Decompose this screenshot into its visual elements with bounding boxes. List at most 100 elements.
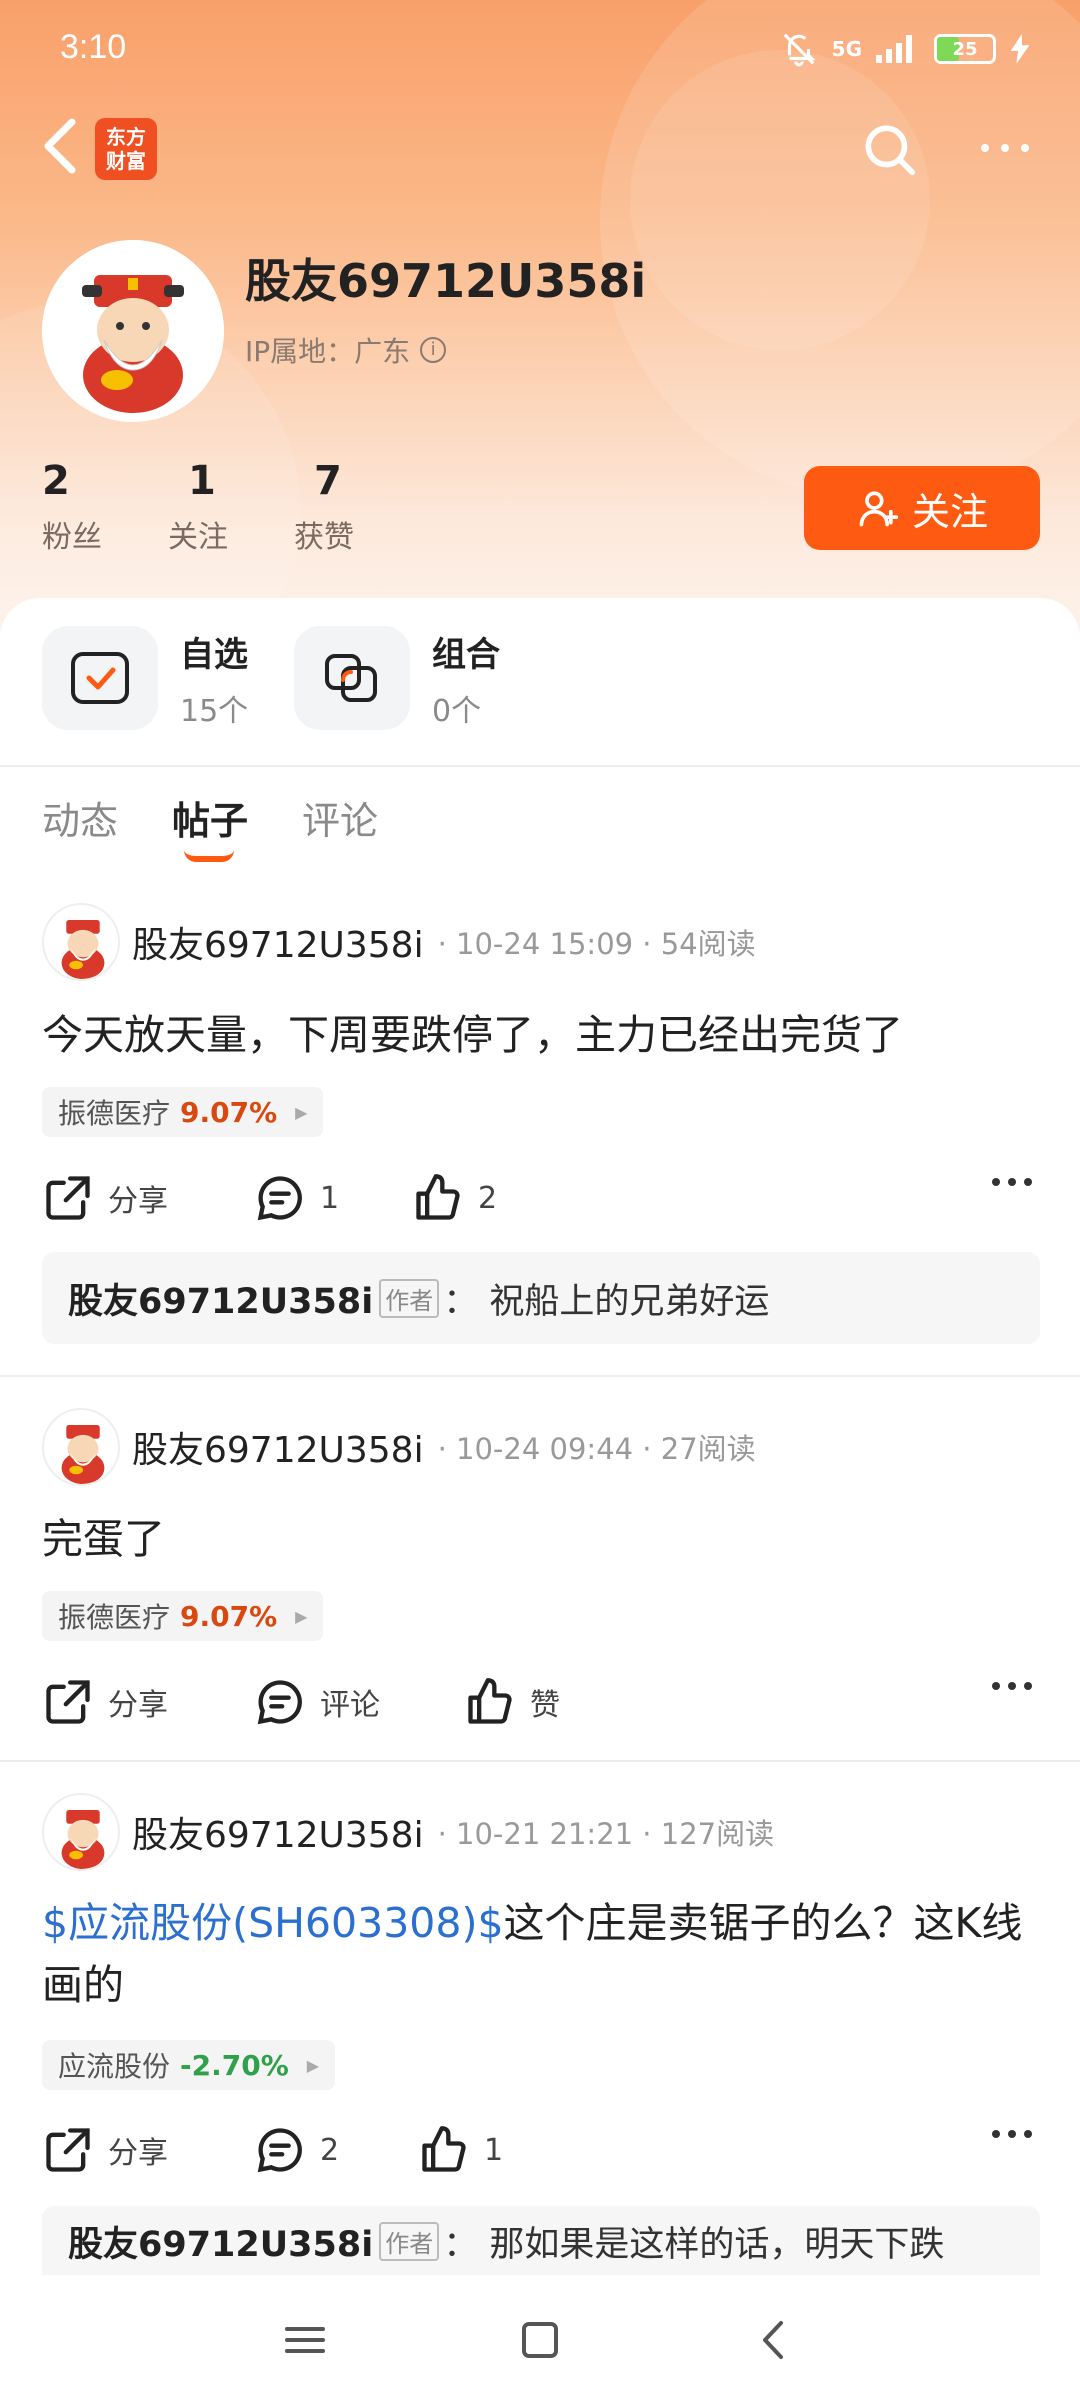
ip-location: IP属地：广东 i bbox=[245, 330, 447, 370]
share-button[interactable]: 分享 bbox=[42, 2124, 254, 2176]
stat-label: 获赞 bbox=[294, 520, 354, 555]
profile-avatar[interactable] bbox=[42, 240, 224, 422]
portfolio-icon bbox=[294, 626, 410, 730]
stock-tag[interactable]: 振德医疗 9.07% ▶ bbox=[42, 1591, 324, 1641]
search-icon[interactable] bbox=[858, 118, 920, 180]
post-body[interactable]: 今天放天量，下周要跌停了，主力已经出完货了 bbox=[42, 1004, 1042, 1066]
stock-change: 9.07% bbox=[180, 1095, 278, 1129]
stock-change: -2.70% bbox=[180, 2048, 289, 2082]
info-icon[interactable]: i bbox=[420, 337, 447, 363]
app-logo[interactable]: 东方财富 bbox=[95, 118, 157, 180]
tab-label: 评论 bbox=[302, 799, 379, 843]
tab-posts[interactable]: 帖子 bbox=[172, 790, 249, 862]
mute-bell-icon bbox=[783, 33, 816, 67]
more-icon[interactable] bbox=[975, 128, 1035, 168]
profile-tabs: 动态 帖子 评论 bbox=[42, 790, 378, 862]
back-arrow-icon[interactable] bbox=[40, 116, 80, 176]
share-icon bbox=[46, 1176, 90, 1220]
post-meta: · 10-24 15:09 · 54阅读 bbox=[437, 927, 756, 961]
charging-icon bbox=[1010, 34, 1030, 64]
ip-location-text: IP属地：广东 bbox=[245, 335, 411, 368]
like-button[interactable]: 2 bbox=[412, 1172, 497, 1224]
post-header: 股友69712U358i · 10-21 21:21 · 127阅读 bbox=[42, 1793, 774, 1871]
comment-text: ： 那如果是这样的话，明天下跌 bbox=[443, 2224, 945, 2265]
post-body[interactable]: 完蛋了 bbox=[42, 1508, 1042, 1570]
shortcuts: 自选 15个 组合 0个 bbox=[42, 626, 546, 730]
system-nav-bar bbox=[0, 2275, 1080, 2400]
post-author[interactable]: 股友69712U358i bbox=[132, 1421, 424, 1473]
divider bbox=[0, 765, 1080, 767]
post-avatar[interactable] bbox=[42, 903, 120, 981]
fortune-god-avatar-icon bbox=[61, 1425, 105, 1484]
comment-icon bbox=[257, 2128, 302, 2173]
post-author[interactable]: 股友69712U358i bbox=[132, 916, 424, 968]
stat-following[interactable]: 1 关注 bbox=[168, 458, 294, 556]
post-text: 今天放天量，下周要跌停了，主力已经出完货了 bbox=[42, 1011, 903, 1059]
home-icon[interactable] bbox=[510, 2315, 570, 2365]
app-logo-text: 东方财富 bbox=[106, 125, 146, 173]
post-body[interactable]: $应流股份(SH603308)$这个庄是卖锯子的么？这K线画的 bbox=[42, 1892, 1042, 2016]
tab-comments[interactable]: 评论 bbox=[302, 790, 378, 845]
post-actions: 分享 评论 赞 bbox=[42, 1672, 1042, 1732]
comment-text: ： 祝船上的兄弟好运 bbox=[443, 1281, 770, 1322]
stat-value: 1 bbox=[188, 458, 216, 504]
tab-label: 帖子 bbox=[172, 799, 249, 843]
post-more-icon[interactable] bbox=[992, 1682, 1032, 1690]
shortcut-watchlist[interactable]: 自选 15个 bbox=[42, 626, 294, 730]
comment-author: 股友69712U358i bbox=[68, 2224, 374, 2265]
network-type: 5G bbox=[831, 37, 862, 61]
fortune-god-avatar-icon bbox=[42, 240, 224, 422]
follow-button[interactable]: 关注 bbox=[804, 466, 1040, 550]
post-more-icon[interactable] bbox=[992, 1178, 1032, 1186]
post-avatar[interactable] bbox=[42, 1793, 120, 1871]
comment-count: 1 bbox=[320, 1180, 340, 1216]
stock-link[interactable]: $应流股份(SH603308)$ bbox=[42, 1899, 504, 1947]
comment-preview[interactable]: 股友69712U358i 作者 ： 祝船上的兄弟好运 bbox=[42, 1252, 1040, 1344]
stock-name: 应流股份 bbox=[58, 2050, 171, 2083]
shortcut-title: 组合 bbox=[432, 634, 500, 675]
share-button[interactable]: 分享 bbox=[42, 1172, 254, 1224]
comment-button[interactable]: 2 bbox=[254, 2124, 418, 2176]
stock-tag[interactable]: 振德医疗 9.07% ▶ bbox=[42, 1087, 324, 1137]
divider bbox=[0, 1760, 1080, 1762]
stock-name: 振德医疗 bbox=[58, 1097, 171, 1130]
comment-button[interactable]: 1 bbox=[254, 1172, 412, 1224]
stat-likes[interactable]: 7 获赞 bbox=[294, 458, 420, 556]
shortcut-portfolio[interactable]: 组合 0个 bbox=[294, 626, 546, 730]
like-button[interactable]: 赞 bbox=[464, 1676, 560, 1728]
comment-count: 2 bbox=[320, 2132, 340, 2168]
comment-button[interactable]: 评论 bbox=[254, 1676, 464, 1728]
share-label: 分享 bbox=[108, 1184, 168, 1219]
thumbs-up-icon bbox=[416, 1174, 460, 1220]
tab-activity[interactable]: 动态 bbox=[42, 790, 118, 845]
share-label: 分享 bbox=[108, 1688, 168, 1723]
comment-author: 股友69712U358i bbox=[68, 1281, 374, 1322]
share-button[interactable]: 分享 bbox=[42, 1676, 254, 1728]
like-count: 2 bbox=[478, 1180, 498, 1216]
like-button[interactable]: 1 bbox=[418, 2124, 503, 2176]
share-label: 分享 bbox=[108, 2136, 168, 2171]
watchlist-icon bbox=[42, 626, 158, 730]
fortune-god-avatar-icon bbox=[61, 1810, 105, 1869]
profile-stats: 2 粉丝 1 关注 7 获赞 bbox=[42, 458, 420, 556]
post-text: 完蛋了 bbox=[42, 1515, 165, 1563]
battery-icon: 25 bbox=[934, 34, 996, 64]
tag-arrow-icon: ▶ bbox=[306, 2055, 320, 2075]
post-more-icon[interactable] bbox=[992, 2130, 1032, 2138]
stat-label: 关注 bbox=[168, 520, 228, 555]
author-badge: 作者 bbox=[379, 2221, 440, 2261]
post-actions: 分享 1 2 bbox=[42, 1168, 1042, 1228]
post-author[interactable]: 股友69712U358i bbox=[132, 1806, 424, 1858]
stock-tag[interactable]: 应流股份 -2.70% ▶ bbox=[42, 2040, 336, 2090]
stat-followers[interactable]: 2 粉丝 bbox=[42, 458, 168, 556]
stock-name: 振德医疗 bbox=[58, 1601, 171, 1634]
comment-preview[interactable]: 股友69712U358i 作者 ： 那如果是这样的话，明天下跌 bbox=[42, 2206, 1040, 2276]
thumbs-up-icon bbox=[468, 1678, 512, 1724]
shortcut-count: 0个 bbox=[432, 693, 482, 729]
menu-icon[interactable] bbox=[275, 2315, 335, 2365]
stat-value: 7 bbox=[314, 458, 342, 504]
add-user-icon bbox=[859, 491, 899, 527]
post-avatar[interactable] bbox=[42, 1408, 120, 1486]
back-icon[interactable] bbox=[745, 2315, 805, 2365]
signal-icon bbox=[876, 35, 912, 63]
